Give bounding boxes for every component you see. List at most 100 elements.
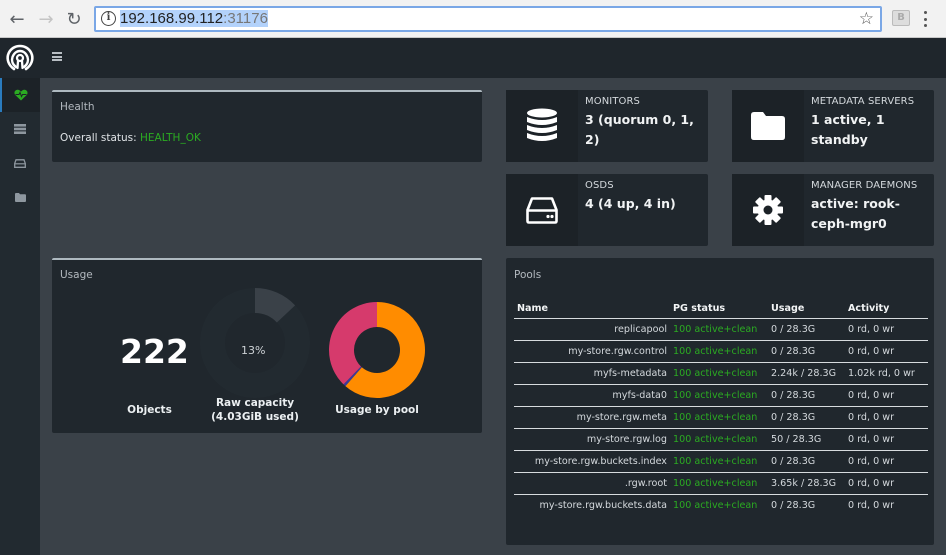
column-header-usage: Usage: [768, 298, 845, 319]
sidebar-item-health[interactable]: [0, 78, 40, 112]
raw-capacity-gauge: [200, 288, 310, 398]
pool-pg-status: 100 active+clean: [673, 500, 758, 511]
site-info-icon[interactable]: i: [101, 11, 116, 26]
pool-row: my-store.rgw.log 100 active+clean 50 / 28.…: [514, 428, 928, 451]
manager-daemons-card: MANAGER DAEMONS active: rook-ceph-mgr0: [732, 174, 934, 246]
forward-button[interactable]: →: [35, 8, 57, 30]
pool-row: .rgw.root 100 active+clean 3.65k / 28.3G 0 …: [514, 472, 928, 495]
pool-activity: 0 rd, 0 wr: [845, 340, 928, 363]
app-topbar: [0, 38, 946, 78]
server-icon: [14, 124, 26, 134]
pool-name: my-store.rgw.meta: [514, 406, 670, 429]
pool-activity: 1.02k rd, 0 wr: [845, 362, 928, 385]
pool-pg-status: 100 active+clean: [670, 406, 768, 429]
sidebar-item-servers[interactable]: [0, 112, 40, 146]
pool-name: replicapool: [514, 318, 670, 341]
gear-icon: [753, 195, 783, 225]
health-status: Overall status: HEALTH_OK: [60, 132, 201, 144]
pool-activity: 0 rd, 0 wr: [845, 472, 928, 495]
pool-pg-status: 100 active+clean: [670, 384, 768, 407]
monitors-label: MONITORS: [585, 96, 641, 107]
pool-usage: 0 / 28.3G: [768, 318, 845, 341]
usage-by-pool-label: Usage by pool: [335, 404, 419, 416]
pool-activity: 0 rd, 0 wr: [848, 500, 895, 511]
pool-usage: 2.24k / 28.3G: [768, 362, 845, 385]
pool-pg-status: 100 active+clean: [670, 428, 768, 451]
pool-row: my-store.rgw.meta 100 active+clean 0 / 28.…: [514, 406, 928, 429]
browser-menu-icon[interactable]: [920, 9, 930, 29]
pool-row: replicapool 100 active+clean 0 / 28.3G 0 rd…: [514, 318, 928, 341]
pool-name: myfs-metadata: [514, 362, 670, 385]
raw-capacity-percent: 13%: [241, 344, 266, 357]
raw-capacity-caption: Raw capacity (4.03GiB used): [202, 396, 308, 424]
pool-pg-status: 100 active+clean: [670, 450, 768, 473]
folder-icon: [14, 192, 26, 202]
url-text[interactable]: 192.168.99.112:31176: [120, 10, 268, 27]
osds-card: OSDS 4 (4 up, 4 in): [506, 174, 708, 246]
osds-label: OSDS: [585, 180, 614, 191]
ceph-logo-icon[interactable]: [5, 43, 35, 73]
pool-activity: 0 rd, 0 wr: [845, 384, 928, 407]
pool-pg-status: 100 active+clean: [670, 340, 768, 363]
usage-by-pool-donut: [329, 302, 425, 398]
menu-toggle-icon[interactable]: [52, 52, 62, 61]
metadata-servers-card: METADATA SERVERS 1 active, 1 standby: [732, 90, 934, 162]
usage-panel: Usage 222 Objects 13% Raw capacity (4.03…: [52, 258, 482, 433]
hdd-icon: [14, 158, 26, 168]
pool-usage: 3.65k / 28.3G: [768, 472, 845, 495]
pool-pg-status: 100 active+clean: [670, 362, 768, 385]
pool-usage: 0 / 28.3G: [771, 500, 816, 511]
sidebar-item-osds[interactable]: [0, 146, 40, 180]
health-title: Health: [60, 101, 95, 113]
pools-panel: Pools Name PG status Usage Activity repl…: [506, 258, 934, 545]
folder-icon: [751, 112, 785, 140]
sidebar: [0, 78, 40, 555]
pool-pg-status: 100 active+clean: [670, 472, 768, 495]
sidebar-item-filesystems[interactable]: [0, 180, 40, 214]
hdd-icon: [526, 196, 558, 224]
manager-daemons-value: active: rook-ceph-mgr0: [811, 196, 900, 231]
heartbeat-icon: [14, 89, 28, 101]
back-button[interactable]: ←: [6, 8, 28, 30]
raw-capacity-label: Raw capacity: [215, 397, 295, 409]
pool-row: myfs-data0 100 active+clean 0 / 28.3G 0 rd,…: [514, 384, 928, 407]
column-header-pg-status: PG status: [670, 298, 768, 319]
pools-table: Name PG status Usage Activity replicapoo…: [514, 298, 928, 516]
address-bar[interactable]: i 192.168.99.112:31176 ☆: [94, 6, 882, 32]
pool-usage: 0 / 28.3G: [768, 384, 845, 407]
raw-capacity-used: (4.03GiB used): [211, 411, 299, 423]
objects-count: 222: [120, 332, 189, 371]
usage-title: Usage: [60, 269, 93, 281]
browser-toolbar: ← → ↻ i 192.168.99.112:31176 ☆ B: [0, 0, 946, 38]
pool-name: .rgw.root: [514, 472, 670, 495]
osds-value: 4 (4 up, 4 in): [585, 196, 676, 211]
url-port: :31176: [223, 10, 268, 27]
metadata-servers-label: METADATA SERVERS: [811, 96, 915, 107]
pool-row: my-store.rgw.control 100 active+clean 0 / …: [514, 340, 928, 363]
url-host: 192.168.99.112: [120, 10, 224, 27]
pool-name: my-store.rgw.control: [514, 340, 670, 363]
column-header-name: Name: [514, 298, 670, 319]
pool-usage: 0 / 28.3G: [768, 450, 845, 473]
pools-header-row: Name PG status Usage Activity: [514, 298, 928, 319]
metadata-servers-value: 1 active, 1 standby: [811, 112, 885, 147]
reload-button[interactable]: ↻: [63, 8, 85, 30]
pool-name: my-store.rgw.buckets.data: [539, 500, 668, 511]
pool-name: my-store.rgw.buckets.index: [514, 450, 670, 473]
pool-row: my-store.rgw.buckets.index 100 active+cle…: [514, 450, 928, 473]
objects-label: Objects: [127, 404, 172, 416]
pool-usage: 0 / 28.3G: [768, 406, 845, 429]
health-status-label: Overall status:: [60, 132, 141, 144]
pool-row: my-store.rgw.buckets.data 100 active+clea…: [514, 495, 928, 517]
pool-usage: 0 / 28.3G: [768, 340, 845, 363]
pools-title: Pools: [514, 269, 542, 281]
pool-activity: 0 rd, 0 wr: [845, 428, 928, 451]
monitors-card: MONITORS 3 (quorum 0, 1, 2): [506, 90, 708, 162]
column-header-activity: Activity: [845, 298, 928, 319]
health-status-value: HEALTH_OK: [140, 132, 201, 144]
bookmark-star-icon[interactable]: ☆: [859, 9, 874, 29]
database-icon: [527, 108, 557, 141]
pool-name: my-store.rgw.log: [514, 428, 670, 451]
extension-icon[interactable]: B: [892, 10, 910, 26]
pool-pg-status: 100 active+clean: [670, 318, 768, 341]
